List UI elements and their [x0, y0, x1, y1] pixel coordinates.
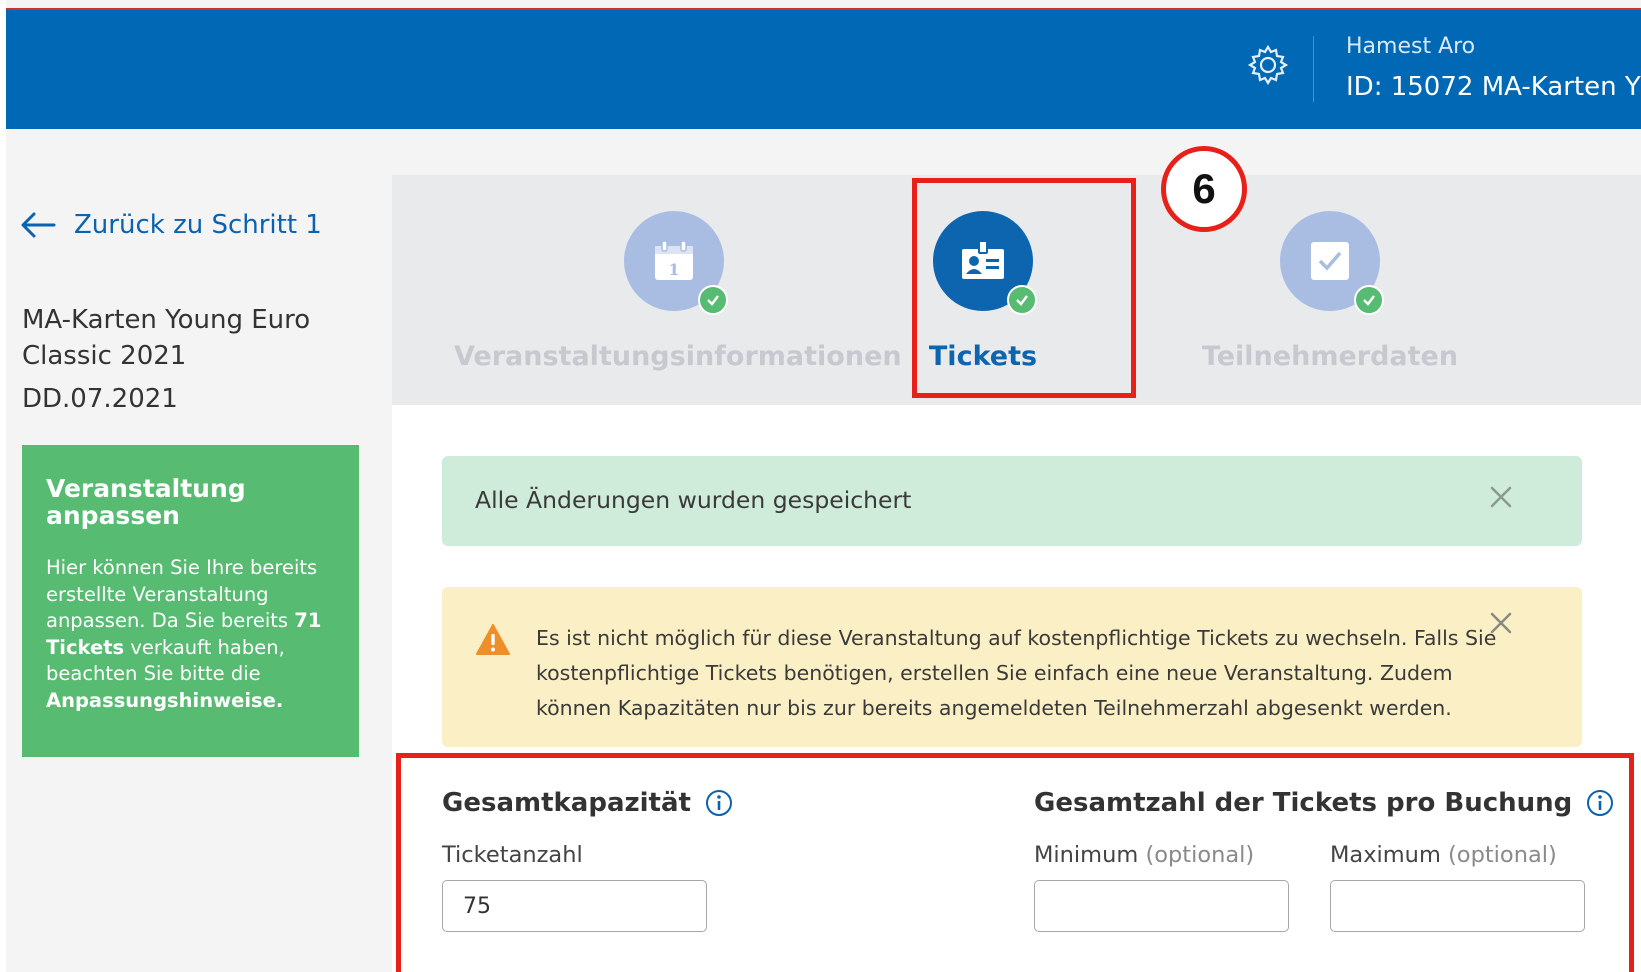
- user-name: Hamest Aro: [1346, 34, 1476, 59]
- card-text: Hier können Sie Ihre bereits erstellte V…: [46, 556, 322, 712]
- calendar-icon: 1: [655, 240, 693, 280]
- success-message: Alle Änderungen wurden gespeichert: [475, 486, 912, 514]
- close-icon[interactable]: [1488, 610, 1514, 636]
- warning-icon: [476, 624, 510, 655]
- app-header: [6, 10, 1641, 129]
- check-badge-icon: [1354, 285, 1384, 315]
- card-title: Veranstaltung anpassen: [46, 474, 246, 530]
- arrow-left-icon: [21, 212, 56, 238]
- step-circle: [1280, 211, 1384, 315]
- success-alert: Alle Änderungen wurden gespeichert: [442, 456, 1582, 546]
- check-badge-icon: [698, 285, 728, 315]
- event-date: DD.07.2021: [22, 384, 178, 414]
- step-label: Teilnehmerdaten: [1201, 341, 1459, 372]
- back-to-step-1-link[interactable]: Zurück zu Schritt 1: [20, 210, 322, 240]
- back-link-label: Zurück zu Schritt 1: [74, 210, 322, 240]
- step-circle: 1: [624, 211, 728, 315]
- header-divider: [1313, 36, 1314, 102]
- gear-icon[interactable]: [1245, 42, 1291, 88]
- close-icon[interactable]: [1488, 484, 1514, 510]
- svg-text:1: 1: [668, 260, 679, 279]
- edit-event-info-card: Veranstaltung anpassen Hier können Sie I…: [22, 445, 359, 757]
- warning-alert: Es ist nicht möglich für diese Veranstal…: [442, 587, 1582, 747]
- highlight-capacity-section: [396, 753, 1634, 972]
- checkbox-icon: [1311, 242, 1349, 280]
- step-teilnehmerdaten[interactable]: Teilnehmerdaten: [1110, 211, 1550, 372]
- warning-message: Es ist nicht möglich für diese Veranstal…: [536, 626, 1497, 720]
- highlight-tickets-step: [912, 178, 1136, 398]
- annotation-marker: 6: [1161, 146, 1247, 232]
- user-id-info: ID: 15072 MA-Karten Y: [1346, 72, 1641, 102]
- event-title: MA-Karten Young Euro Classic 2021: [22, 305, 311, 371]
